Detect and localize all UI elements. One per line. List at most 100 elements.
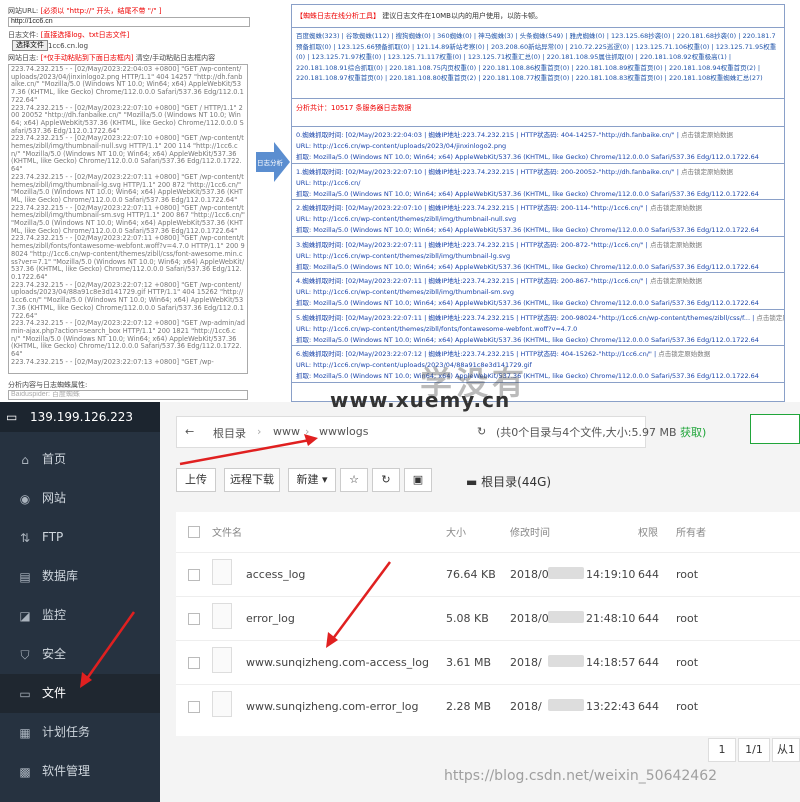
spider-count-link[interactable]: 神马蜘蛛(3) — [478, 32, 513, 40]
crawl-time: [02/May/2023:22:07:11 — [345, 313, 423, 322]
record-url[interactable]: http://1cc6.cn/wp-content/uploads/2023/0… — [313, 142, 506, 150]
agent-label: 抓取: — [296, 299, 312, 307]
agent-label: 抓取: — [296, 189, 312, 198]
spider-count-link[interactable]: 123.125.71.97权重(0) — [312, 53, 382, 61]
crawl-time-label: 蜘蛛抓取时间: — [302, 204, 344, 212]
spider-count-link[interactable]: 123.125.71.117权重(0) — [388, 53, 462, 61]
record-agent: Mozilla/5.0 (Windows NT 10.0; Win64; x64… — [313, 226, 759, 234]
sidebar-annotation-arrow — [80, 611, 136, 688]
crawl-time: [02/May/2023:22:04:03 — [345, 131, 423, 139]
analyze-button[interactable]: 日志分析 — [256, 142, 290, 186]
crawl-time-label: 蜘蛛抓取时间: — [302, 313, 344, 322]
status: 200-98024-"http://1cc6.cn/wp-content/the… — [560, 313, 751, 322]
lock-raw-link[interactable]: 点击锁定原始数据 — [650, 277, 702, 285]
lock-raw-link[interactable]: 点击锁定原始数据 — [650, 241, 702, 249]
lock-raw-link[interactable]: 点击锁定原始数据 — [756, 314, 784, 322]
ip-label: 蜘蛛IP地址: — [428, 313, 463, 322]
record-agent: Mozilla/5.0 (Windows NT 10.0; Win64; x64… — [313, 262, 759, 271]
spider-summary: 百度蜘蛛(323) | 谷歌蜘蛛(112) | 搜狗蜘蛛(0) | 360蜘蛛(… — [292, 28, 784, 99]
spider-count-link[interactable]: 123.125.68抄袭(0) — [611, 32, 670, 40]
spider-count-link[interactable]: 220.181.108.83权重首页(0) — [576, 74, 663, 82]
result-header: 【蜘蛛日志在线分析工具】 建议日志文件在10MB以内的用户使用，以防卡顿。 — [292, 5, 784, 28]
agent-label: 抓取: — [296, 226, 312, 234]
url-label: URL: — [296, 361, 312, 369]
record-row: 6.蜘蛛抓取时间: [02/May/2023:22:07:12 | 蜘蛛IP地址… — [292, 346, 784, 383]
spider-count-link[interactable]: 220.181.108.92权重极高(1) — [640, 53, 727, 61]
spider-count-link[interactable]: 谷歌蜘蛛(112) — [346, 32, 389, 40]
ip-label: 蜘蛛IP地址: — [428, 204, 463, 212]
record-url[interactable]: http://1cc6.cn/wp-content/themes/zibll/f… — [313, 325, 577, 333]
spider-count-link[interactable]: 123.125.66预备抓取(0) — [338, 43, 410, 51]
arrow-head-icon — [304, 434, 318, 446]
ip: 223.74.232.215 — [462, 313, 515, 322]
spider-count-link[interactable]: 360蜘蛛(0) — [437, 32, 472, 40]
analyze-label: 日志分析 — [257, 159, 283, 167]
url-label: URL: — [296, 288, 312, 296]
spider-count-link[interactable]: 220.181.108.80权重首页(2) — [389, 74, 476, 82]
spider-count-link[interactable]: 头条蜘蛛(549) — [520, 32, 563, 40]
spider-count-link[interactable]: 210.72.225巡逻(0) — [570, 43, 629, 51]
status-label: HTTP状态码: — [520, 313, 559, 322]
crawl-time-label: 蜘蛛抓取时间: — [302, 277, 344, 285]
record-agent: Mozilla/5.0 (Windows NT 10.0; Win64; x64… — [313, 153, 759, 161]
ip-label: 蜘蛛IP地址: — [428, 350, 463, 358]
record-list: 0.蜘蛛抓取时间: [02/May/2023:22:04:03 | 蜘蛛IP地址… — [292, 127, 784, 383]
spider-count-link[interactable]: 123.125.71.106权重(0) — [635, 43, 709, 51]
spider-count-link[interactable]: 220.181.108.94权重首页(2) — [669, 64, 756, 72]
record-url[interactable]: http://1cc6.cn/wp-content/themes/zibll/i… — [313, 288, 514, 296]
url-label: URL: — [296, 142, 312, 150]
ip-label: 蜘蛛IP地址: — [428, 167, 463, 176]
record-agent: Mozilla/5.0 (Windows NT 10.0; Win64; x64… — [313, 335, 759, 344]
crawl-time-label: 蜘蛛抓取时间: — [302, 240, 344, 249]
spider-count-link[interactable]: 220.181.108.77权重首页(0) — [482, 74, 569, 82]
spider-count-link[interactable]: 搜狗蜘蛛(0) — [396, 32, 431, 40]
agent-label: 抓取: — [296, 372, 312, 380]
spider-count-link[interactable]: 121.14.89新站考察(0) — [416, 43, 484, 51]
record-url[interactable]: http://1cc6.cn/wp-content/themes/zibll/i… — [313, 252, 510, 260]
record-row: 3.蜘蛛抓取时间: [02/May/2023:22:07:11 | 蜘蛛IP地址… — [292, 237, 784, 273]
crawl-time: [02/May/2023:22:07:12 — [345, 350, 423, 358]
spider-count-link[interactable]: 220.181.108.91综合抓取(0) — [296, 64, 383, 72]
record-url[interactable]: http://1cc6.cn/wp-content/themes/zibll/i… — [313, 215, 516, 223]
status-label: HTTP状态码: — [520, 204, 559, 212]
crawl-time: [02/May/2023:22:07:11 — [345, 240, 423, 249]
ip: 223.74.232.215 — [462, 240, 515, 249]
url-label: URL: — [296, 215, 312, 223]
ip-label: 蜘蛛IP地址: — [428, 240, 463, 249]
spider-count-link[interactable]: 百度蜘蛛(323) — [296, 32, 339, 40]
lock-raw-link[interactable]: 点击锁定原始数据 — [681, 131, 733, 139]
ip-label: 蜘蛛IP地址: — [428, 277, 463, 285]
lock-raw-link[interactable]: 点击锁定原始数据 — [681, 168, 733, 176]
ip: 223.74.232.215 — [462, 277, 515, 285]
status-label: HTTP状态码: — [520, 131, 559, 139]
status: 200-867-"http://1cc6.cn/" — [560, 277, 644, 285]
total-count: 分析共计：10517 条服务器日志数据 — [292, 99, 784, 127]
record-row: 2.蜘蛛抓取时间: [02/May/2023:22:07:10 | 蜘蛛IP地址… — [292, 200, 784, 237]
lock-raw-link[interactable]: 点击锁定原始数据 — [658, 350, 710, 358]
spider-count-link[interactable]: 123.125.71权重汇总(0) — [468, 53, 540, 61]
spider-count-link[interactable]: 220.181.108.86权重首页(0) — [482, 64, 569, 72]
url-label: URL: — [296, 251, 312, 260]
spider-count-link[interactable]: 220.181.68抄袭(0) — [677, 32, 736, 40]
status-label: HTTP状态码: — [520, 350, 559, 358]
lock-raw-link[interactable]: 点击锁定原始数据 — [650, 204, 702, 212]
spider-count-link[interactable]: 220.181.108.75内页权重(0) — [389, 64, 476, 72]
spider-count-link[interactable]: 220.181.108.89权重首页(0) — [576, 64, 663, 72]
spider-count-link[interactable]: 220.181.108.97权重首页(0) — [296, 74, 383, 82]
agent-label: 抓取: — [296, 262, 312, 271]
url-label: URL: — [296, 178, 312, 187]
url-label: URL: — [296, 324, 312, 333]
record-row: 5.蜘蛛抓取时间: [02/May/2023:22:07:11 | 蜘蛛IP地址… — [292, 310, 784, 346]
crawl-time-label: 蜘蛛抓取时间: — [302, 131, 344, 139]
status-label: HTTP状态码: — [520, 240, 559, 249]
ip: 223.74.232.215 — [462, 167, 515, 176]
ip: 223.74.232.215 — [462, 350, 515, 358]
annotation-arrows — [179, 434, 392, 648]
spider-count-link[interactable]: 220.181.108.95属住抓取(0) — [547, 53, 634, 61]
record-url[interactable]: http://1cc6.cn/ — [313, 179, 360, 187]
status: 404-15262-"http://1cc6.cn/" — [560, 350, 652, 358]
record-row: 4.蜘蛛抓取时间: [02/May/2023:22:07:11 | 蜘蛛IP地址… — [292, 273, 784, 310]
spider-count-link[interactable]: 雅虎蜘蛛(0) — [569, 32, 604, 40]
spider-count-link[interactable]: 203.208.60新站异常(0) — [491, 43, 563, 51]
spider-count-link[interactable]: 220.181.108权重蜘蛛汇总(27) — [669, 74, 763, 82]
